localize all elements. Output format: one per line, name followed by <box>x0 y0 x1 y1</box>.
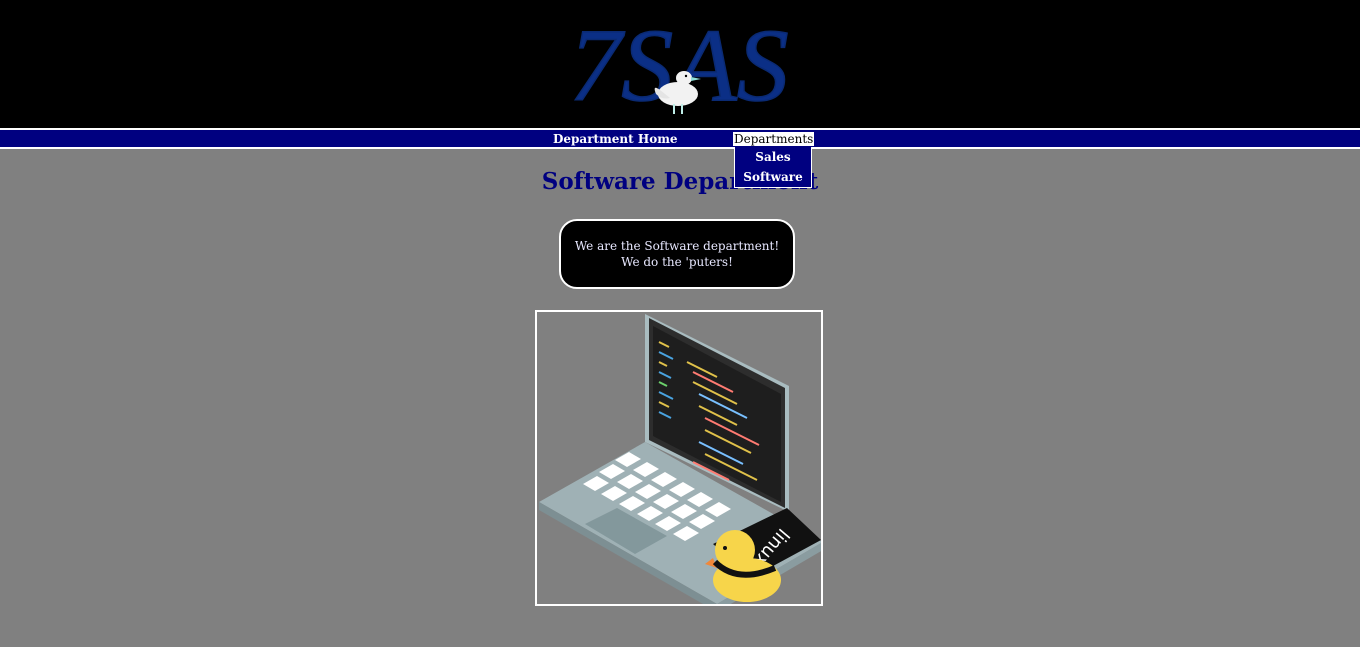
nav-bar: Department Home Departments <box>0 128 1360 149</box>
nav-department-home-link[interactable]: Department Home <box>553 132 678 146</box>
intro-line-1: We are the Software department! <box>574 239 780 253</box>
dropdown-item-software[interactable]: Software <box>735 167 811 187</box>
departments-dropdown: Sales Software <box>734 147 812 188</box>
dropdown-item-sales[interactable]: Sales <box>735 147 811 167</box>
site-header: 7SAS <box>0 0 1360 128</box>
intro-line-2: We do the 'puters! <box>621 255 733 269</box>
laptop-with-duck-icon: linux <box>539 314 821 604</box>
intro-box: We are the Software department! We do th… <box>559 219 795 289</box>
site-logo[interactable]: 7SAS <box>568 7 790 124</box>
page-title: Software Department <box>541 168 819 195</box>
laptop-illustration: linux <box>535 310 823 606</box>
nav-departments-menu[interactable]: Departments <box>733 132 815 146</box>
